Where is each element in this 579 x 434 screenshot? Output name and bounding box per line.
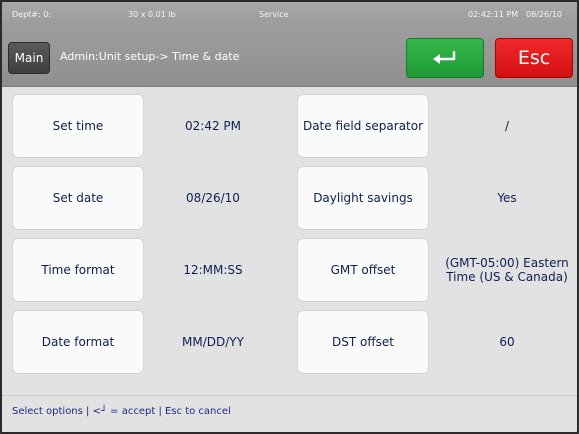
date-field-separator-button[interactable]: Date field separator (297, 94, 429, 158)
scale-indicator: 30 x 0.01 lb (128, 10, 176, 19)
breadcrumb: Admin:Unit setup-> Time & date (60, 50, 240, 63)
enter-button[interactable] (406, 38, 484, 78)
clock-time: 02:42:11 PM (468, 10, 519, 19)
gmt-offset-button[interactable]: GMT offset (297, 238, 429, 302)
footer-hint: Select options | <┘ = accept | Esc to ca… (12, 406, 231, 417)
header-bar: Main Admin:Unit setup-> Time & date Esc (2, 28, 577, 87)
esc-button[interactable]: Esc (495, 38, 573, 78)
daylight-savings-button[interactable]: Daylight savings (297, 166, 429, 230)
status-bar: Dept#: 0: 30 x 0.01 lb Service 02:42:11 … (2, 2, 577, 28)
time-format-button[interactable]: Time format (12, 238, 144, 302)
footer-hint-bar: Select options | <┘ = accept | Esc to ca… (2, 395, 577, 432)
main-button[interactable]: Main (8, 42, 50, 74)
clock-date: 08/26/10 (526, 10, 562, 19)
options-panel: Set time 02:42 PM Set date 08/26/10 Time… (2, 87, 577, 395)
enter-arrow-icon (433, 51, 456, 64)
date-format-button[interactable]: Date format (12, 310, 144, 374)
set-date-value: 08/26/10 (186, 191, 240, 205)
set-time-value: 02:42 PM (185, 119, 241, 133)
mode-indicator: Service (259, 10, 289, 19)
dept-indicator: Dept#: 0: (12, 10, 52, 19)
time-date-screen: Dept#: 0: 30 x 0.01 lb Service 02:42:11 … (0, 0, 579, 434)
time-format-value: 12:MM:SS (183, 263, 243, 277)
gmt-offset-value: (GMT-05:00) Eastern Time (US & Canada) (445, 256, 569, 284)
set-date-button[interactable]: Set date (12, 166, 144, 230)
set-time-button[interactable]: Set time (12, 94, 144, 158)
dst-offset-button[interactable]: DST offset (297, 310, 429, 374)
daylight-savings-value: Yes (497, 191, 517, 205)
dst-offset-value: 60 (499, 335, 515, 349)
date-format-value: MM/DD/YY (182, 335, 244, 349)
date-field-separator-value: / (504, 119, 510, 133)
